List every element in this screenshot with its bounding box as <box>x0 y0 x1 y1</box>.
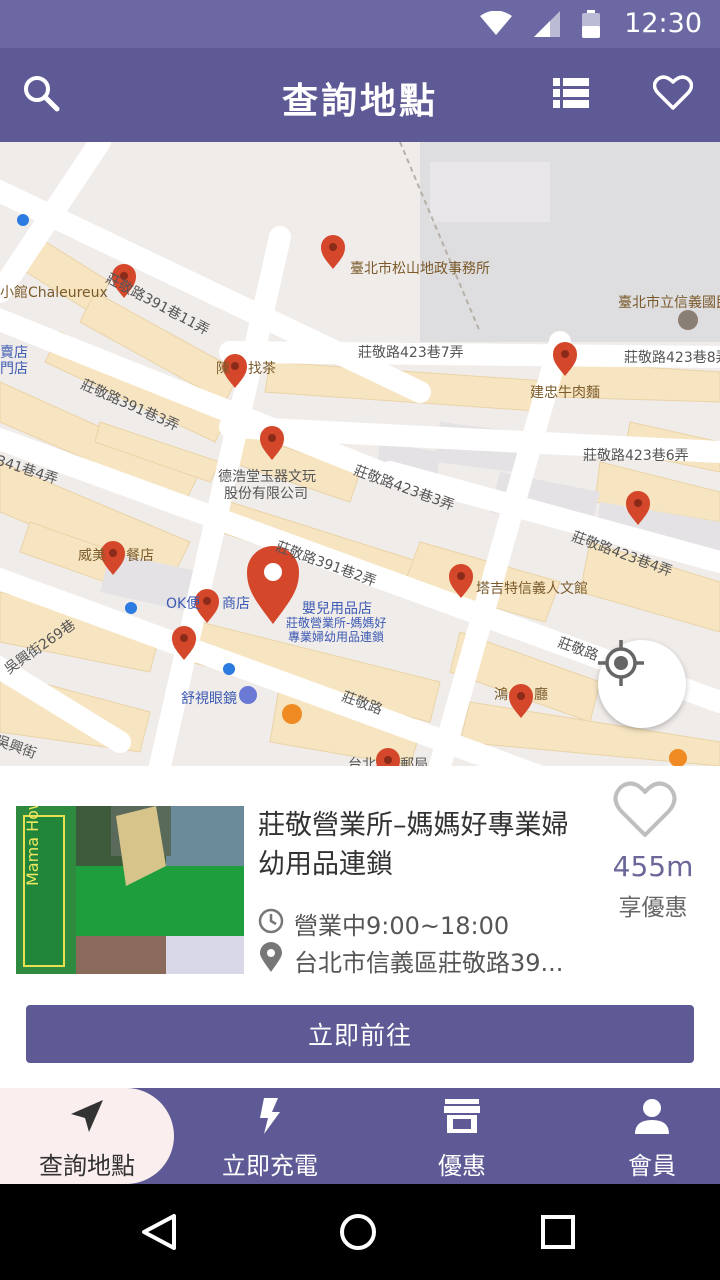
navigation-arrow-icon <box>67 1096 107 1142</box>
tab-label: 優惠 <box>438 1152 486 1180</box>
tab-search-location[interactable]: 查詢地點 <box>0 1088 174 1184</box>
store-hours-text: 營業中9:00~18:00 <box>294 912 510 940</box>
store-icon <box>442 1096 482 1142</box>
map-poi-label[interactable]: 陳 <box>216 358 230 378</box>
map-poi-label[interactable]: 鴻 <box>494 684 508 704</box>
back-button[interactable] <box>138 1212 178 1252</box>
signal-icon <box>534 11 560 41</box>
tab-label: 會員 <box>628 1152 676 1180</box>
map-poi-label[interactable]: 臺北市松山地政事務所 <box>350 258 490 278</box>
photo-sign-text: Mama How! <box>23 806 42 886</box>
list-icon <box>553 78 589 112</box>
map-poi-label[interactable]: OK便 <box>166 593 200 613</box>
map-poi-label[interactable]: 威美 <box>78 545 106 565</box>
bottom-nav: 查詢地點 立即充電 優惠 會員 <box>0 1088 720 1184</box>
map-poi-label[interactable]: 小館Chaleureux <box>0 282 108 302</box>
my-location-button[interactable] <box>598 640 686 728</box>
status-bar: 12:30 <box>0 0 720 48</box>
favorite-store-button[interactable] <box>612 780 682 844</box>
store-hours: 營業中9:00~18:00 <box>258 906 509 941</box>
favorites-button[interactable] <box>648 70 698 120</box>
map-poi-label[interactable]: 餐店 <box>126 545 154 565</box>
map-poi-label[interactable]: 廳 <box>534 684 548 704</box>
map-poi-label[interactable]: 郵局 <box>400 754 428 766</box>
home-circle-icon <box>338 1214 378 1256</box>
map-poi-label[interactable]: 建忠牛肉麵 <box>530 382 600 402</box>
status-icons <box>480 10 600 42</box>
map-road-label: 莊敬路423巷7弄 <box>358 345 464 361</box>
tab-charge-now[interactable]: 立即充電 <box>178 1088 362 1184</box>
lightning-icon <box>250 1096 290 1142</box>
person-icon <box>632 1096 672 1142</box>
store-address: 台北市信義區莊敬路39... <box>258 942 563 978</box>
map-poi-label[interactable]: 台北 <box>348 754 376 766</box>
clock-icon <box>258 908 284 940</box>
app-root: 12:30 查詢地點 臺北市松山地政事務所 臺北市立信義國民 小館Chaleur… <box>0 0 720 1280</box>
map-road-label: 莊敬路423巷6弄 <box>583 448 689 464</box>
heart-outline-icon <box>612 781 678 844</box>
store-distance: 455m <box>612 850 694 883</box>
status-time: 12:30 <box>624 8 702 39</box>
recents-square-icon <box>538 1215 578 1256</box>
discount-label: 享優惠 <box>618 895 688 921</box>
tab-member[interactable]: 會員 <box>562 1088 720 1184</box>
store-address-text: 台北市信義區莊敬路39... <box>294 948 564 977</box>
tab-label: 立即充電 <box>222 1152 318 1180</box>
back-triangle-icon <box>138 1214 178 1256</box>
heart-icon <box>652 75 694 115</box>
map-poi-label[interactable]: 臺北市立信義國民 <box>618 292 720 312</box>
page-title: 查詢地點 <box>281 81 438 122</box>
system-nav-bar <box>0 1184 720 1280</box>
map-poi-label[interactable]: 找茶 <box>248 358 276 378</box>
map-poi-label[interactable]: 專業婦幼用品連鎖 <box>288 628 384 645</box>
wifi-icon <box>480 10 512 41</box>
list-view-button[interactable] <box>546 70 596 120</box>
tab-offers[interactable]: 優惠 <box>370 1088 554 1184</box>
battery-icon <box>582 10 600 42</box>
store-name[interactable]: 莊敬營業所–媽媽好專業婦幼用品連鎖 <box>258 806 588 884</box>
store-card[interactable]: Mama How! 莊敬營業所–媽媽好專業婦幼用品連鎖 營業中9:00~18:0… <box>0 766 720 1088</box>
tab-label: 查詢地點 <box>39 1152 135 1180</box>
map-view[interactable]: 臺北市松山地政事務所 臺北市立信義國民 小館Chaleureux 賣店 門店 陳… <box>0 142 720 766</box>
recents-button[interactable] <box>538 1212 578 1252</box>
store-photo: Mama How! <box>16 806 244 974</box>
map-poi-label[interactable]: 舒視眼鏡 <box>181 688 237 708</box>
app-bar: 查詢地點 <box>0 48 720 142</box>
map-poi-label[interactable]: 商店 <box>222 593 250 613</box>
home-button[interactable] <box>338 1212 378 1252</box>
map-poi-label[interactable]: 門店 <box>0 358 28 378</box>
map-road-label: 莊敬路423巷8弄 <box>624 350 720 366</box>
map-poi-label[interactable]: 股份有限公司 <box>224 483 308 503</box>
location-pin-icon <box>258 942 284 978</box>
navigate-now-button[interactable]: 立即前往 <box>26 1005 694 1063</box>
map-poi-label[interactable]: 塔吉特信義人文館 <box>476 578 588 598</box>
